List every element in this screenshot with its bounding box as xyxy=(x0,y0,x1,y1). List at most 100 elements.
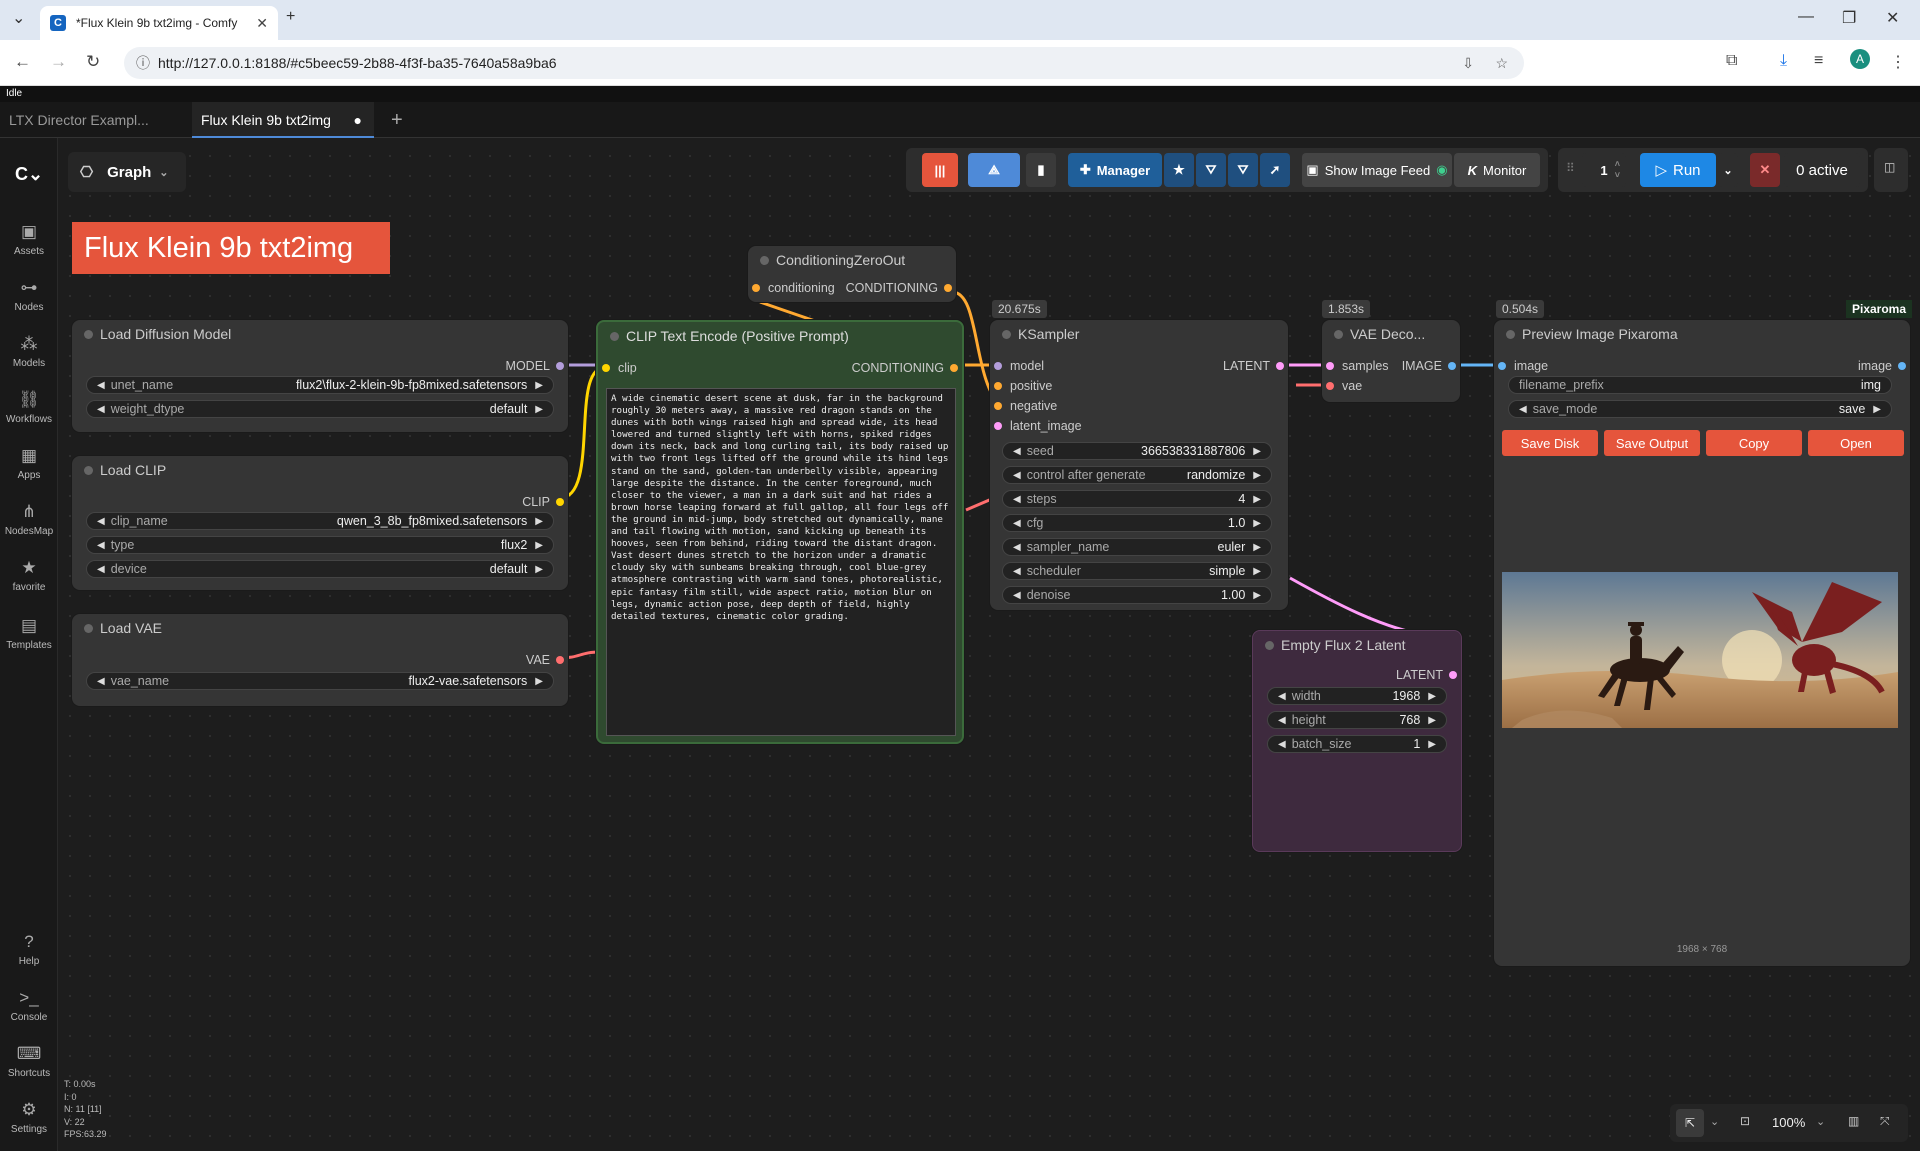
input-negative-dot[interactable] xyxy=(994,402,1002,410)
install-icon[interactable]: ⇩ xyxy=(1462,55,1474,72)
input-conditioning: conditioning xyxy=(768,281,835,295)
input-image-dot[interactable] xyxy=(1498,362,1506,370)
input-vae-dot[interactable] xyxy=(1326,382,1334,390)
node-load-clip[interactable]: Load CLIP CLIP ◀ clip_name qwen_3_8b_fp8mi… xyxy=(72,456,568,590)
output-latent-dot[interactable] xyxy=(1449,671,1457,679)
widget-value: flux2 xyxy=(500,538,528,552)
widget-save-mode[interactable]: ◀ save_mode save ▶ xyxy=(1508,400,1892,418)
media-icon[interactable]: ≡ xyxy=(1814,52,1823,70)
widget-label: cfg xyxy=(1026,516,1044,530)
preview-timer: 0.504s xyxy=(1496,300,1545,318)
tool-chevron-icon[interactable]: ⌄ xyxy=(1710,1115,1719,1128)
restore-icon[interactable]: ❐ xyxy=(1842,8,1856,28)
widget-vae-name[interactable]: ◀ vae_name flux2-vae.safetensors ▶ xyxy=(86,672,554,690)
save-output-button[interactable]: Save Output xyxy=(1604,430,1700,456)
widget-denoise[interactable]: ◀ denoise 1.00 ▶ xyxy=(1002,586,1272,604)
widget-batch-size[interactable]: ◀ batch_size 1 ▶ xyxy=(1267,735,1447,753)
close-window-icon[interactable]: ✕ xyxy=(1886,8,1899,28)
back-icon[interactable]: ← xyxy=(14,52,31,72)
widget-unet-name[interactable]: ◀ unet_name flux2\flux-2-klein-9b-fp8mixed… xyxy=(86,376,554,394)
output-conditioning-dot[interactable] xyxy=(944,284,952,292)
widget-clip-name[interactable]: ◀ clip_name qwen_3_8b_fp8mixed.safetensors… xyxy=(86,512,554,530)
hide-links-icon[interactable]: ⤧ xyxy=(1880,1114,1890,1129)
close-tab-icon[interactable]: ✕ xyxy=(256,15,268,32)
widget-scheduler[interactable]: ◀ scheduler simple ▶ xyxy=(1002,562,1272,580)
output-image-dot[interactable] xyxy=(1898,362,1906,370)
widget-label: save_mode xyxy=(1532,402,1598,416)
zoom-level[interactable]: 100% xyxy=(1772,1115,1805,1130)
node-empty-flux2-latent[interactable]: Empty Flux 2 Latent LATENT ◀ width 1968 ▶ ◀… xyxy=(1252,630,1462,852)
zoom-chevron-icon[interactable]: ⌄ xyxy=(1816,1115,1825,1128)
preview-image[interactable] xyxy=(1502,572,1898,728)
browser-tab[interactable]: C *Flux Klein 9b txt2img - Comfy ✕ xyxy=(40,6,278,40)
open-button[interactable]: Open xyxy=(1808,430,1904,456)
node-title[interactable]: VAE Deco... xyxy=(1322,320,1460,348)
widget-control-after-generate[interactable]: ◀ control after generate randomize ▶ xyxy=(1002,466,1272,484)
widget-sampler-name[interactable]: ◀ sampler_name euler ▶ xyxy=(1002,538,1272,556)
input-negative: negative xyxy=(1010,399,1058,413)
output-conditioning-dot[interactable] xyxy=(950,364,958,372)
copy-button[interactable]: Copy xyxy=(1706,430,1802,456)
node-title[interactable]: Load CLIP xyxy=(72,456,568,484)
downloads-icon[interactable]: ⤓ xyxy=(1780,52,1787,70)
input-conditioning-dot[interactable] xyxy=(752,284,760,292)
input-model-dot[interactable] xyxy=(994,362,1002,370)
node-title[interactable]: CLIP Text Encode (Positive Prompt) xyxy=(598,322,962,350)
node-title[interactable]: Empty Flux 2 Latent xyxy=(1253,631,1461,659)
input-positive-dot[interactable] xyxy=(994,382,1002,390)
node-load-vae[interactable]: Load VAE VAE ◀ vae_name flux2-vae.safetens… xyxy=(72,614,568,706)
node-preview-image-pixaroma[interactable]: Preview Image Pixaroma image image filen… xyxy=(1494,320,1910,966)
node-title[interactable]: Load VAE xyxy=(72,614,568,642)
reload-icon[interactable]: ↻ xyxy=(86,52,100,72)
output-latent-dot[interactable] xyxy=(1276,362,1284,370)
pixaroma-badge: Pixaroma xyxy=(1846,300,1912,318)
node-ksampler[interactable]: KSampler model positive negative latent_… xyxy=(990,320,1288,610)
extensions-icon[interactable]: ⧉ xyxy=(1726,52,1737,70)
minimize-icon[interactable]: — xyxy=(1798,8,1814,26)
widget-label: type xyxy=(110,538,135,552)
url-field[interactable]: ⓘ http://127.0.0.1:8188/#c5beec59-2b88-4… xyxy=(124,47,1524,79)
widget-steps[interactable]: ◀ steps 4 ▶ xyxy=(1002,490,1272,508)
output-model-dot[interactable] xyxy=(556,362,564,370)
widget-height[interactable]: ◀ height 768 ▶ xyxy=(1267,711,1447,729)
comfy-app: Idle LTX Director Exampl... Flux Klein 9… xyxy=(0,86,1920,1151)
arrow-right-icon: ▶ xyxy=(535,539,543,551)
widget-weight-dtype[interactable]: ◀ weight_dtype default ▶ xyxy=(86,400,554,418)
node-title[interactable]: Load Diffusion Model xyxy=(72,320,568,348)
forward-icon[interactable]: → xyxy=(50,52,67,72)
save-disk-button[interactable]: Save Disk xyxy=(1502,430,1598,456)
widget-seed[interactable]: ◀ seed 366538331887806 ▶ xyxy=(1002,442,1272,460)
widget-filename-prefix[interactable]: filename_prefix img xyxy=(1508,376,1892,394)
tab-menu-icon[interactable]: ⌄ xyxy=(12,8,25,28)
input-samples-dot[interactable] xyxy=(1326,362,1334,370)
widget-label: control after generate xyxy=(1026,468,1146,482)
node-title[interactable]: ConditioningZeroOut xyxy=(748,246,956,274)
widget-device[interactable]: ◀ device default ▶ xyxy=(86,560,554,578)
node-vae-decode[interactable]: VAE Deco... samples vae IMAGE xyxy=(1322,320,1460,402)
profile-avatar[interactable]: A xyxy=(1850,49,1870,69)
prompt-textarea[interactable]: A wide cinematic desert scene at dusk, f… xyxy=(606,388,956,736)
widget-value: 366538331887806 xyxy=(1141,444,1246,458)
output-image-dot[interactable] xyxy=(1448,362,1456,370)
minimap-icon[interactable]: ▥ xyxy=(1848,1114,1859,1128)
browser-menu-icon[interactable]: ⋮ xyxy=(1890,52,1906,72)
node-conditioning-zero-out[interactable]: ConditioningZeroOut conditioning CONDITI… xyxy=(748,246,956,302)
arrow-left-icon: ◀ xyxy=(1013,517,1021,529)
widget-type[interactable]: ◀ type flux2 ▶ xyxy=(86,536,554,554)
arrow-left-icon: ◀ xyxy=(1278,714,1286,726)
output-clip-dot[interactable] xyxy=(556,498,564,506)
node-load-diffusion-model[interactable]: Load Diffusion Model MODEL ◀ unet_name flu… xyxy=(72,320,568,432)
widget-value: euler xyxy=(1217,540,1246,554)
widget-cfg[interactable]: ◀ cfg 1.0 ▶ xyxy=(1002,514,1272,532)
widget-width[interactable]: ◀ width 1968 ▶ xyxy=(1267,687,1447,705)
output-vae-dot[interactable] xyxy=(556,656,564,664)
fit-view-icon[interactable]: ⊡ xyxy=(1740,1114,1750,1128)
site-info-icon[interactable]: ⓘ xyxy=(136,53,150,73)
node-title[interactable]: KSampler xyxy=(990,320,1288,348)
input-latent-dot[interactable] xyxy=(994,422,1002,430)
bookmark-star-icon[interactable]: ☆ xyxy=(1495,55,1508,72)
input-clip-dot[interactable] xyxy=(602,364,610,372)
select-tool-icon[interactable]: ⇱ xyxy=(1676,1109,1704,1137)
node-title[interactable]: Preview Image Pixaroma xyxy=(1494,320,1910,348)
new-tab-icon[interactable]: + xyxy=(286,8,295,26)
